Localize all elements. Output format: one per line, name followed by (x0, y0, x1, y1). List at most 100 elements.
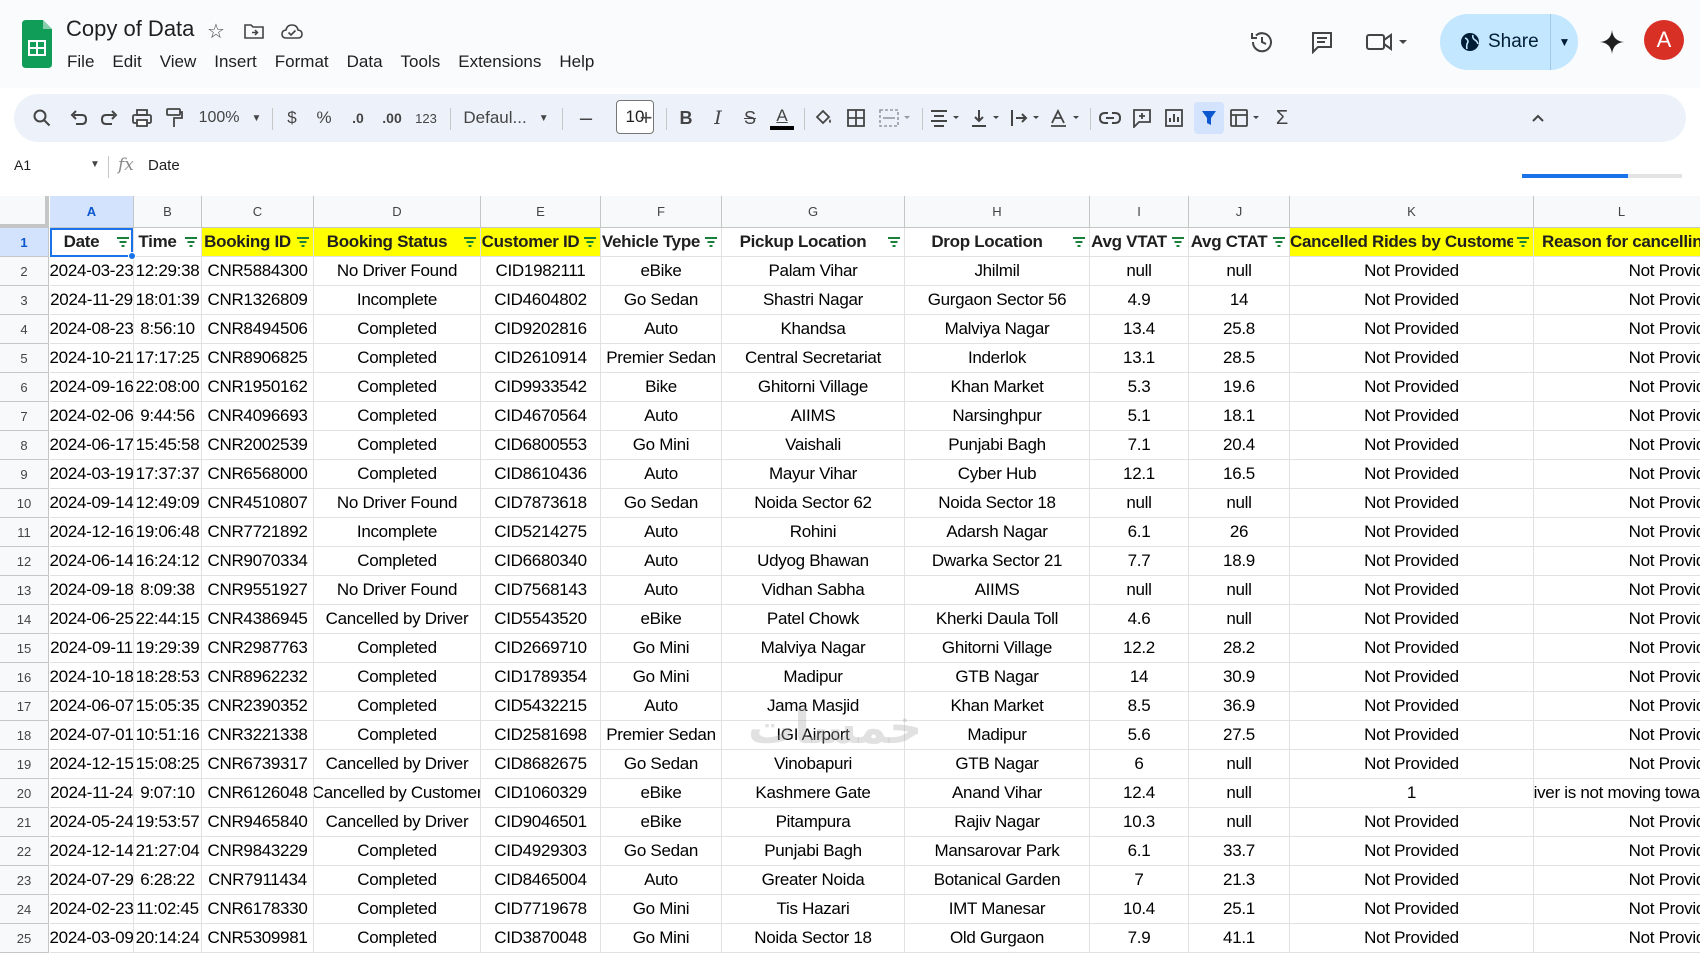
table-cell[interactable]: Anand Vihar (905, 779, 1090, 808)
table-cell[interactable]: Go Sedan (601, 489, 722, 518)
text-wrapping-icon[interactable] (1008, 102, 1044, 134)
table-cell[interactable]: Not Provided (1290, 402, 1534, 431)
table-cell[interactable]: CID3870048 (481, 924, 601, 953)
table-cell[interactable]: CNR7721892 (202, 518, 314, 547)
header-cell[interactable]: Customer ID (481, 228, 601, 257)
table-cell[interactable]: Not Provided (1290, 257, 1534, 286)
gemini-sparkle-icon[interactable] (1596, 26, 1628, 58)
table-cell[interactable]: Not Provided (1290, 750, 1534, 779)
table-cell[interactable]: Adarsh Nagar (905, 518, 1090, 547)
table-cell[interactable]: 17:17:25 (134, 344, 202, 373)
table-cell[interactable]: 10.3 (1090, 808, 1189, 837)
table-cell[interactable]: GTB Nagar (905, 663, 1090, 692)
table-cell[interactable]: Not Provid (1534, 924, 1700, 953)
column-header-c[interactable]: C (202, 196, 314, 228)
header-cell[interactable]: Avg CTAT (1189, 228, 1290, 257)
table-cell[interactable]: CNR9070334 (202, 547, 314, 576)
table-cell[interactable]: Not Provid (1534, 721, 1700, 750)
table-cell[interactable]: null (1189, 750, 1290, 779)
table-cell[interactable]: 21:27:04 (134, 837, 202, 866)
table-cell[interactable]: Premier Sedan (601, 721, 722, 750)
table-cell[interactable]: null (1090, 489, 1189, 518)
table-cell[interactable]: CNR4510807 (202, 489, 314, 518)
table-cell[interactable]: Cancelled by Driver (314, 605, 481, 634)
filter-icon[interactable] (1194, 102, 1224, 134)
table-cell[interactable]: CNR3221338 (202, 721, 314, 750)
table-cell[interactable]: Not Provid (1534, 663, 1700, 692)
star-icon[interactable]: ☆ (204, 18, 228, 44)
table-cell[interactable]: 6.1 (1090, 518, 1189, 547)
table-cell[interactable]: eBike (601, 779, 722, 808)
table-cell[interactable]: CID2581698 (481, 721, 601, 750)
share-dropdown-icon[interactable]: ▼ (1550, 14, 1578, 70)
table-cell[interactable]: CNR5884300 (202, 257, 314, 286)
table-cell[interactable]: CID4604802 (481, 286, 601, 315)
table-cell[interactable]: Go Mini (601, 663, 722, 692)
table-cell[interactable]: 2024-02-23 (50, 895, 134, 924)
undo-icon[interactable] (66, 102, 90, 134)
row-header[interactable]: 2 (0, 257, 49, 286)
table-cell[interactable]: 8.5 (1090, 692, 1189, 721)
row-header[interactable]: 13 (0, 576, 49, 605)
strikethrough-button[interactable]: S (738, 102, 762, 134)
increase-font-size-button[interactable]: + (634, 102, 658, 134)
header-cell[interactable]: Cancelled Rides by Customer (1290, 228, 1534, 257)
table-cell[interactable]: Premier Sedan (601, 344, 722, 373)
table-cell[interactable]: CNR9465840 (202, 808, 314, 837)
table-cell[interactable]: 25.1 (1189, 895, 1290, 924)
row-header[interactable]: 9 (0, 460, 49, 489)
table-cell[interactable]: Not Provid (1534, 460, 1700, 489)
table-cell[interactable]: Khan Market (905, 692, 1090, 721)
header-cell[interactable]: Booking ID (202, 228, 314, 257)
table-cell[interactable]: CNR2987763 (202, 634, 314, 663)
table-cell[interactable]: 6.1 (1090, 837, 1189, 866)
table-cell[interactable]: null (1090, 257, 1189, 286)
table-cell[interactable]: 5.1 (1090, 402, 1189, 431)
table-cell[interactable]: 5.3 (1090, 373, 1189, 402)
share-button[interactable]: Share ▼ (1440, 14, 1578, 70)
table-cell[interactable]: null (1189, 257, 1290, 286)
table-cell[interactable]: Udyog Bhawan (722, 547, 905, 576)
column-header-a[interactable]: A (50, 196, 134, 228)
table-cell[interactable]: 2024-10-18 (50, 663, 134, 692)
table-cell[interactable]: 2024-03-09 (50, 924, 134, 953)
table-cell[interactable]: Malviya Nagar (905, 315, 1090, 344)
zoom-select[interactable]: 100% ▼ (198, 102, 262, 134)
table-cell[interactable]: Khandsa (722, 315, 905, 344)
table-cell[interactable]: AIIMS (722, 402, 905, 431)
search-menus-icon[interactable] (30, 102, 54, 134)
header-cell[interactable]: Time (134, 228, 202, 257)
row-header[interactable]: 11 (0, 518, 49, 547)
row-header[interactable]: 23 (0, 866, 49, 895)
table-cell[interactable]: eBike (601, 257, 722, 286)
table-cell[interactable]: Not Provid (1534, 286, 1700, 315)
table-cell[interactable]: Noida Sector 62 (722, 489, 905, 518)
table-cell[interactable]: CID5543520 (481, 605, 601, 634)
menu-insert[interactable]: Insert (205, 50, 266, 74)
table-cell[interactable]: Auto (601, 692, 722, 721)
table-cell[interactable]: Not Provided (1290, 692, 1534, 721)
table-cell[interactable]: CNR9551927 (202, 576, 314, 605)
column-header-d[interactable]: D (314, 196, 481, 228)
table-cell[interactable]: 14 (1189, 286, 1290, 315)
table-cell[interactable]: Not Provided (1290, 518, 1534, 547)
table-cell[interactable]: 7.1 (1090, 431, 1189, 460)
header-cell[interactable]: Booking Status (314, 228, 481, 257)
table-cell[interactable]: Completed (314, 315, 481, 344)
text-rotation-icon[interactable] (1048, 102, 1084, 134)
table-cell[interactable]: Not Provid (1534, 257, 1700, 286)
table-cell[interactable]: 12.2 (1090, 634, 1189, 663)
table-cell[interactable]: 28.2 (1189, 634, 1290, 663)
table-cell[interactable]: 9:44:56 (134, 402, 202, 431)
menu-data[interactable]: Data (338, 50, 392, 74)
table-cell[interactable]: No Driver Found (314, 576, 481, 605)
borders-icon[interactable] (844, 102, 868, 134)
table-cell[interactable]: 2024-08-23 (50, 315, 134, 344)
table-cell[interactable]: Central Secretariat (722, 344, 905, 373)
table-cell[interactable]: Madipur (905, 721, 1090, 750)
table-cell[interactable]: Cancelled by Driver (314, 750, 481, 779)
table-cell[interactable]: Not Provid (1534, 344, 1700, 373)
table-cell[interactable]: Completed (314, 460, 481, 489)
table-cell[interactable]: Vaishali (722, 431, 905, 460)
table-cell[interactable]: null (1189, 605, 1290, 634)
